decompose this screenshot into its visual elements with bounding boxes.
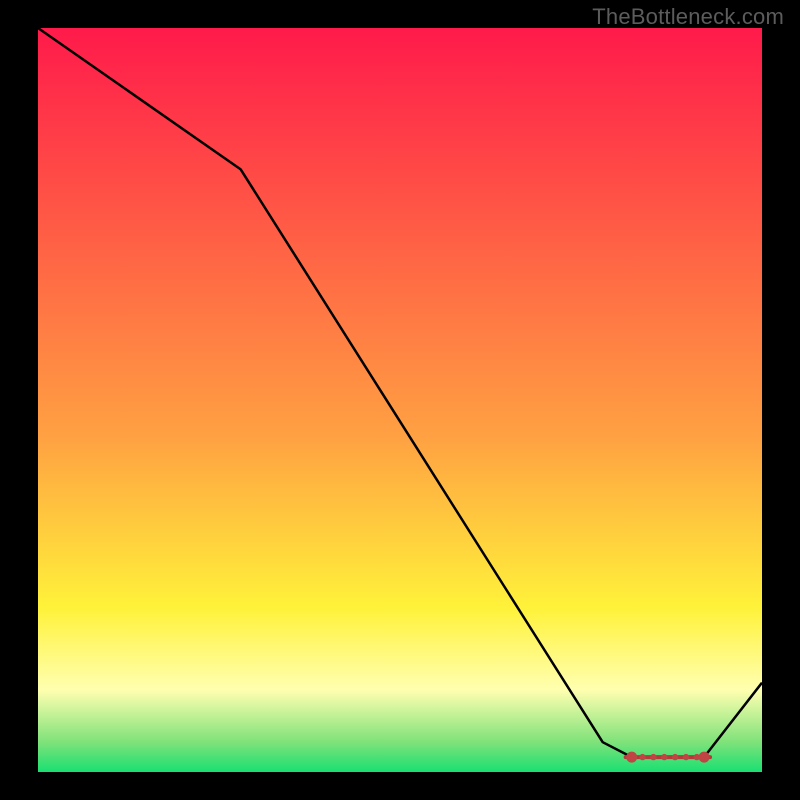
plot-area: [38, 28, 762, 772]
optimal-dot: [699, 752, 710, 763]
optimal-dot: [661, 754, 667, 760]
optimal-dot: [650, 754, 656, 760]
optimal-dot: [683, 754, 689, 760]
bottleneck-curve-path: [38, 28, 762, 757]
optimal-dot: [639, 754, 645, 760]
watermark-text: TheBottleneck.com: [592, 4, 784, 30]
bottleneck-curve: [38, 28, 762, 772]
optimal-dot: [626, 752, 637, 763]
optimal-dot: [672, 754, 678, 760]
chart-frame: TheBottleneck.com: [0, 0, 800, 800]
